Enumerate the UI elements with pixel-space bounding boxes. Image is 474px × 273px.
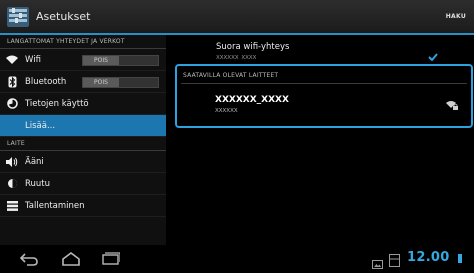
search-button[interactable]: HAKU: [446, 13, 466, 20]
sidebar-item-label: Lisää...: [25, 120, 56, 131]
sidebar-item-sound[interactable]: Ääni: [0, 151, 166, 173]
toggle-state: POIS: [83, 78, 119, 87]
storage-icon: [5, 199, 19, 213]
bluetooth-icon: [5, 75, 19, 89]
home-icon[interactable]: [61, 251, 81, 270]
wifi-direct-subtitle: XXXXXX_XXXX: [216, 55, 257, 60]
section-header-wireless: LANGATTOMAT YHTEYDET JA VERKOT: [0, 35, 166, 49]
sidebar-item-storage[interactable]: Tallentaminen: [0, 195, 166, 217]
sd-card-notification-icon[interactable]: [389, 252, 400, 271]
section-header-device: LAITE: [0, 137, 166, 151]
sidebar-item-wifi[interactable]: Wifi POIS: [0, 49, 166, 71]
sidebar-item-label: Ruutu: [25, 178, 51, 189]
available-devices-header: SAATAVILLA OLEVAT LAITTEET: [183, 72, 279, 79]
device-status: XXXXXX: [215, 108, 238, 114]
sidebar-item-label: Tietojen käyttö: [25, 98, 89, 109]
checkmark-icon[interactable]: [428, 46, 438, 65]
battery-icon[interactable]: [458, 254, 462, 263]
divider: [181, 83, 467, 84]
toggle-state: POIS: [83, 56, 119, 65]
app-title: Asetukset: [36, 10, 91, 23]
action-bar: Asetukset HAKU: [0, 0, 474, 35]
sidebar-item-label: Bluetooth: [25, 76, 67, 87]
device-name[interactable]: XXXXXX_XXXX: [215, 95, 289, 105]
display-icon: [5, 177, 19, 191]
available-devices-section: SAATAVILLA OLEVAT LAITTEET XXXXXX_XXXX X…: [175, 64, 473, 128]
wifi-direct-row[interactable]: Suora wifi-yhteys XXXXXX_XXXX: [166, 35, 474, 63]
detail-pane: Suora wifi-yhteys XXXXXX_XXXX SAATAVILLA…: [166, 35, 474, 245]
wifi-direct-title: Suora wifi-yhteys: [216, 42, 290, 52]
data-usage-icon: [5, 97, 19, 111]
sidebar-item-more[interactable]: Lisää...: [0, 115, 166, 137]
sidebar-item-bluetooth[interactable]: Bluetooth POIS: [0, 71, 166, 93]
back-icon[interactable]: [19, 251, 39, 270]
system-bar: 12.00: [0, 245, 474, 271]
bluetooth-toggle[interactable]: POIS: [82, 77, 159, 88]
sidebar-item-label: Tallentaminen: [25, 200, 85, 211]
wifi-icon: [5, 53, 19, 67]
settings-sidebar: LANGATTOMAT YHTEYDET JA VERKOT Wifi POIS…: [0, 35, 166, 245]
clock[interactable]: 12.00: [407, 250, 450, 265]
sound-icon: [5, 155, 19, 169]
sidebar-item-data-usage[interactable]: Tietojen käyttö: [0, 93, 166, 115]
wifi-toggle[interactable]: POIS: [82, 55, 159, 66]
recent-apps-icon[interactable]: [100, 251, 121, 270]
sidebar-item-label: Wifi: [25, 54, 41, 65]
image-notification-icon[interactable]: [372, 254, 383, 273]
settings-app-icon[interactable]: [6, 5, 30, 29]
sidebar-item-display[interactable]: Ruutu: [0, 173, 166, 195]
sidebar-item-label: Ääni: [25, 156, 44, 167]
wifi-signal-lock-icon: [446, 96, 458, 115]
